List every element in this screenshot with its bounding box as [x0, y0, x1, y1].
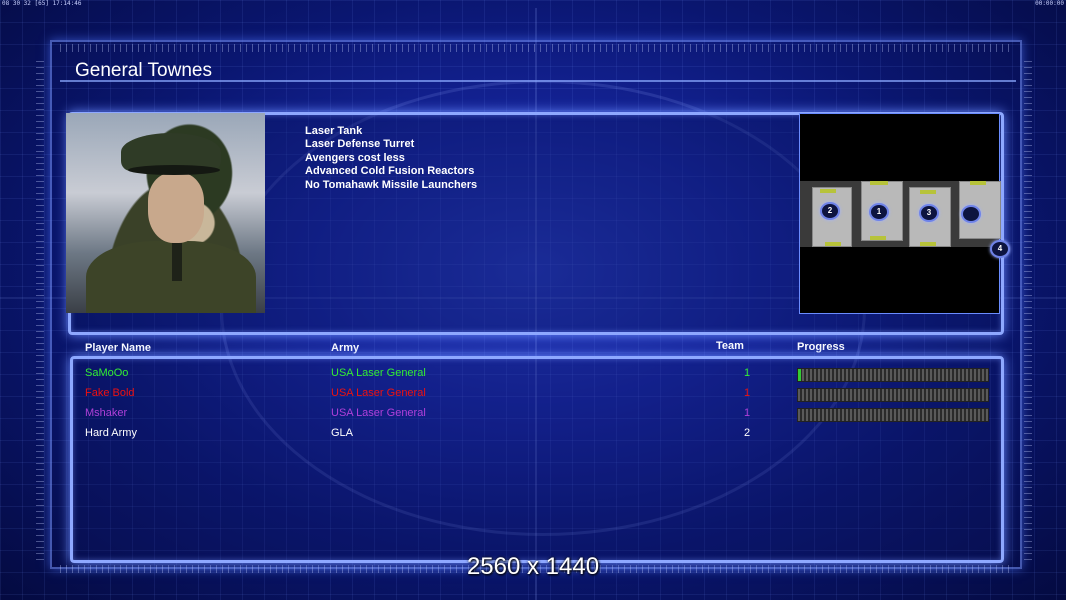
trait-item: Avengers cost less	[305, 151, 405, 164]
player-army: GLA	[331, 427, 354, 439]
player-team: 1	[744, 407, 751, 419]
player-progress-bar	[797, 388, 989, 402]
start-position-marker[interactable]: 2	[820, 202, 840, 220]
player-army: USA Laser General	[331, 407, 426, 419]
player-army: USA Laser General	[331, 367, 426, 379]
general-portrait	[66, 113, 265, 313]
column-header-player: Player Name	[85, 342, 152, 354]
map-supply	[825, 242, 841, 246]
map-supply	[920, 242, 936, 246]
map-preview: 2 1 3 4	[799, 113, 1010, 314]
trait-item: Advanced Cold Fusion Reactors	[305, 165, 475, 178]
map-supply	[820, 189, 836, 193]
player-team: 1	[744, 367, 751, 379]
player-team: 1	[744, 387, 751, 399]
player-name: SaMoOo	[85, 367, 129, 379]
player-army: USA Laser General	[331, 387, 426, 399]
progress-fill	[798, 369, 801, 381]
start-position-marker[interactable]: 1	[869, 203, 889, 221]
start-position-marker[interactable]: 4	[990, 240, 1010, 258]
player-row: Fake Bold USA Laser General 1	[0, 387, 1066, 405]
map-supply	[870, 236, 886, 240]
column-header-army: Army	[331, 342, 360, 354]
start-position-marker[interactable]: 3	[919, 204, 939, 222]
trait-item: Laser Defense Turret	[305, 138, 415, 151]
player-progress-bar	[797, 408, 989, 422]
column-header-progress: Progress	[797, 341, 845, 353]
status-left: 08 30 32 [65] 17:14:46	[2, 0, 82, 7]
trait-item: No Tomahawk Missile Launchers	[305, 178, 478, 191]
player-row: Mshaker USA Laser General 1	[0, 407, 1066, 425]
general-traits-list: Laser Tank Laser Defense Turret Avengers…	[305, 125, 477, 192]
player-name: Fake Bold	[85, 387, 135, 399]
map-supply	[870, 181, 888, 185]
resolution-label: 2560 x 1440	[466, 553, 600, 580]
start-position-marker[interactable]	[961, 205, 981, 223]
ruler-right	[1024, 60, 1032, 560]
map-supply	[970, 181, 986, 185]
player-progress-bar	[797, 368, 989, 382]
ruler-top	[60, 44, 1010, 52]
map-supply	[920, 190, 936, 194]
trait-item: Laser Tank	[305, 125, 363, 137]
player-name: Hard Army	[85, 427, 137, 439]
player-row: SaMoOo USA Laser General 1	[0, 367, 1066, 385]
player-team: 2	[744, 427, 751, 439]
ruler-left	[36, 60, 44, 560]
title-divider	[60, 80, 1016, 82]
status-right: 00:00:00	[1035, 0, 1064, 7]
general-title: General Townes	[75, 60, 212, 81]
player-name: Mshaker	[85, 407, 128, 419]
status-bar: 08 30 32 [65] 17:14:46 00:00:00	[0, 0, 1066, 8]
column-header-team: Team	[716, 340, 744, 352]
player-row: Hard Army GLA 2	[0, 427, 1066, 445]
